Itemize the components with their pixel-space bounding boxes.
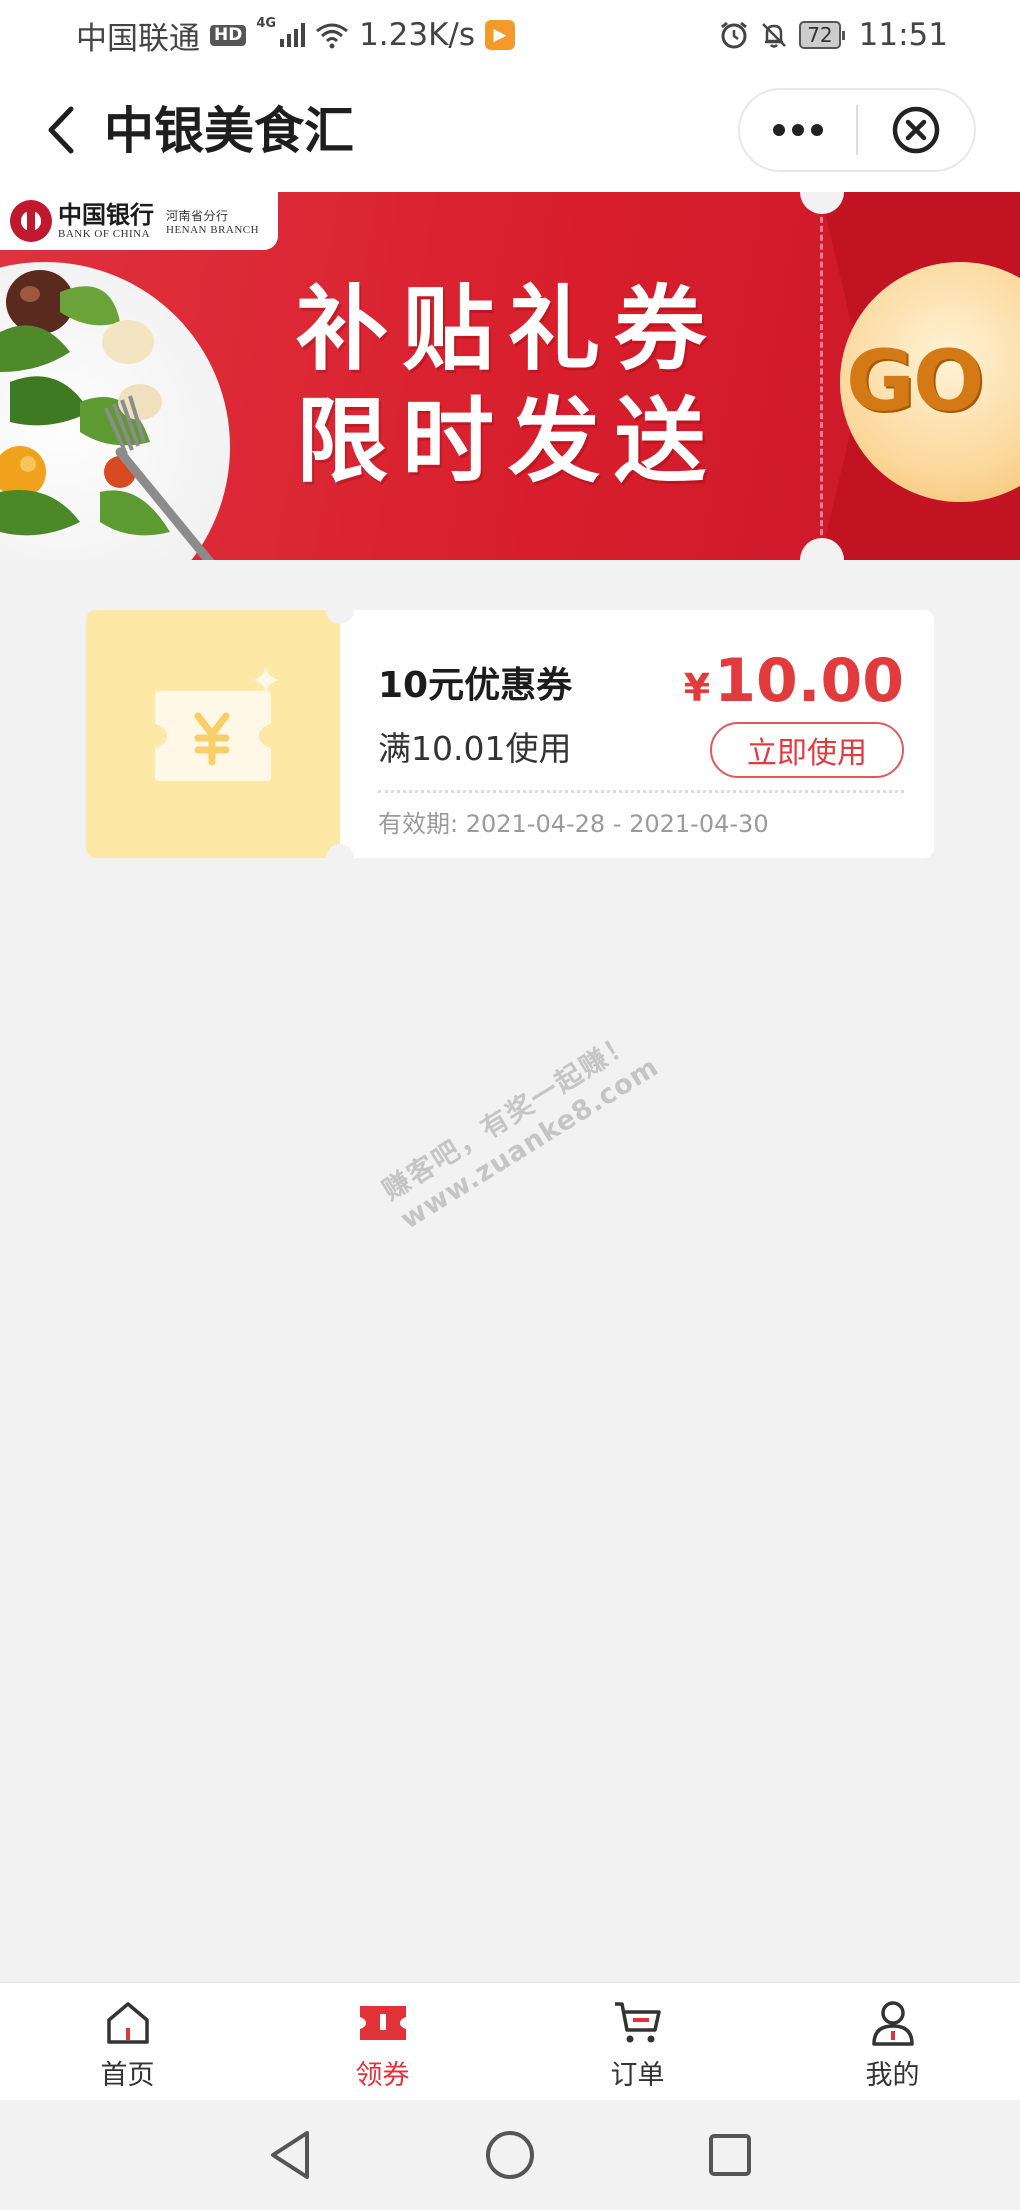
boc-logo-icon xyxy=(10,200,52,242)
back-button[interactable] xyxy=(38,100,82,160)
bank-name-en: BANK OF CHINA xyxy=(58,228,151,240)
branch-name-en: HENAN BRANCH xyxy=(166,223,260,236)
network-type: 4G xyxy=(256,15,277,31)
coupon-amount: ¥ 10.00 xyxy=(684,646,904,716)
user-icon xyxy=(871,2001,914,2046)
mute-bell-icon xyxy=(762,23,787,48)
watermark: 赚客吧，有奖一起赚！ www.zuanke8.com xyxy=(374,1017,664,1236)
coupon-title: 10元优惠券 xyxy=(378,665,573,706)
ticket-icon xyxy=(359,2006,406,2040)
coupon-condition: 满10.01使用 xyxy=(378,729,572,768)
bank-logo: 中国银行 BANK OF CHINA 河南省分行 HENAN BRANCH xyxy=(0,192,278,250)
app-notification-icon: ▶ xyxy=(485,20,516,50)
use-now-button[interactable]: 立即使用 xyxy=(710,722,904,778)
coupon-value: 10.00 xyxy=(714,646,904,716)
cart-icon xyxy=(614,2002,661,2043)
status-right: 72 11:51 xyxy=(719,17,948,53)
close-circle-icon xyxy=(892,106,940,154)
home-icon xyxy=(106,2002,149,2044)
branch-name-cn: 河南省分行 xyxy=(166,208,229,223)
system-nav-bar xyxy=(0,2100,1020,2210)
system-home-button[interactable] xyxy=(480,2125,540,2185)
page-title: 中银美食汇 xyxy=(104,102,354,160)
slogan-line-2: 限时发送 xyxy=(296,388,721,495)
tab-profile-label: 我的 xyxy=(865,2060,920,2091)
coupon-divider xyxy=(378,790,904,793)
carrier-name: 中国联通 xyxy=(76,20,200,57)
yen-ticket-icon xyxy=(155,666,280,781)
tab-bar: 首页 领券 订单 我的 xyxy=(0,1982,1020,2100)
signal-icon xyxy=(280,23,306,47)
alarm-icon xyxy=(721,21,748,49)
chevron-left-icon xyxy=(48,106,74,154)
currency-symbol: ¥ xyxy=(683,666,711,710)
tab-orders-label: 订单 xyxy=(610,2060,665,2091)
salad-image xyxy=(0,270,215,560)
network-speed: 1.23K/s xyxy=(359,17,476,53)
close-button[interactable] xyxy=(858,90,974,170)
back-triangle-icon xyxy=(271,2131,309,2179)
clock-time: 11:51 xyxy=(858,17,948,53)
system-back-button[interactable] xyxy=(260,2125,320,2185)
more-dots-icon xyxy=(773,124,823,136)
miniapp-capsule xyxy=(738,88,976,172)
nav-bar: 中银美食汇 xyxy=(0,70,1020,192)
tab-home-label: 首页 xyxy=(100,2060,155,2091)
tab-coupons-label: 领券 xyxy=(355,2060,410,2091)
battery-icon: 72 xyxy=(799,21,846,49)
tab-orders[interactable]: 订单 xyxy=(510,1983,765,2100)
slogan-line-1: 补贴礼券 xyxy=(296,276,721,383)
promo-banner[interactable]: 中国银行 BANK OF CHINA 河南省分行 HENAN BRANCH 补贴… xyxy=(0,192,1020,560)
tab-home[interactable]: 首页 xyxy=(0,1983,255,2100)
status-left: 中国联通 HD 4G 1.23K/s ▶ xyxy=(76,13,516,58)
coupon-validity: 有效期: 2021-04-28 - 2021-04-30 xyxy=(378,810,769,838)
more-button[interactable] xyxy=(740,90,856,170)
tab-coupons[interactable]: 领券 xyxy=(255,1983,510,2100)
bank-name: 中国银行 BANK OF CHINA xyxy=(58,200,154,241)
ticket-dash-line xyxy=(820,208,823,544)
system-recent-button[interactable] xyxy=(700,2125,760,2185)
branch-name: 河南省分行 HENAN BRANCH xyxy=(166,207,259,236)
bank-name-cn: 中国银行 xyxy=(58,200,154,229)
home-circle-icon xyxy=(486,2131,534,2179)
coupon-left-panel xyxy=(86,610,340,858)
go-label: GO xyxy=(846,332,984,430)
hd-badge: HD xyxy=(210,24,247,46)
recent-square-icon xyxy=(709,2134,751,2176)
status-bar: 中国联通 HD 4G 1.23K/s ▶ 72 11:51 xyxy=(0,0,1020,70)
wifi-icon xyxy=(316,23,348,49)
banner-slogan: 补贴礼券 限时发送 xyxy=(296,274,720,498)
coupon-card: 10元优惠券 满10.01使用 ¥ 10.00 立即使用 有效期: 2021-0… xyxy=(86,610,934,858)
tab-profile[interactable]: 我的 xyxy=(765,1983,1020,2100)
